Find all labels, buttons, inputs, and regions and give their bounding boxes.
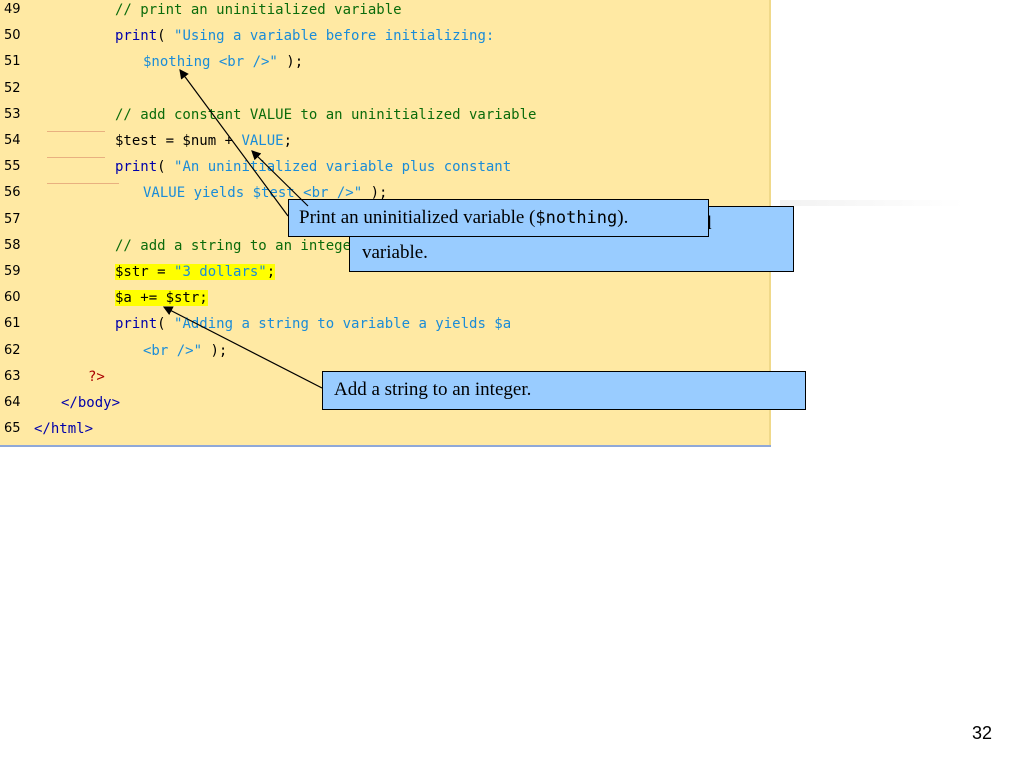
code-token: print xyxy=(115,159,158,176)
code-line: 49 // print an uninitialized variable xyxy=(0,1,771,27)
code-line: 61 print( "Adding a string to variable a … xyxy=(0,315,771,341)
code-text: $str = "3 dollars"; xyxy=(115,263,276,281)
code-token: </body> xyxy=(61,395,121,411)
callout-hidden-line2: variable. xyxy=(362,242,428,263)
code-text: $nothing <br />" ); xyxy=(143,53,303,71)
line-number: 56 xyxy=(4,185,21,201)
line-number: 55 xyxy=(4,159,21,175)
code-token: print xyxy=(115,28,158,45)
code-token: $test = $num + xyxy=(115,133,242,149)
code-line: 60 $a += $str; xyxy=(0,289,771,315)
line-number: 64 xyxy=(4,395,21,410)
callout-uninitialized-variable: Print an uninitialized variable ($nothin… xyxy=(288,199,709,237)
line-number: 53 xyxy=(4,106,21,122)
code-line: 65 </html> xyxy=(0,420,771,446)
code-text: ?> xyxy=(88,368,105,386)
code-token: print xyxy=(115,316,158,333)
line-number: 65 xyxy=(4,421,21,437)
callout-text-pre: Print an uninitialized variable ( xyxy=(299,207,536,228)
code-token: ); xyxy=(277,54,304,71)
code-token: ); xyxy=(202,342,228,359)
code-text: print( "Using a variable before initiali… xyxy=(115,27,494,45)
code-token: $nothing <br />" xyxy=(143,54,278,71)
code-text: </body> xyxy=(61,394,120,412)
code-token: "An uninitialized variable plus constant xyxy=(174,159,512,176)
line-number: 60 xyxy=(4,290,21,306)
code-text: $a += $str; xyxy=(115,289,208,307)
callout-add-string-text: Add a string to an integer. xyxy=(334,379,532,400)
code-token: $str = xyxy=(115,264,175,280)
callout-text-post: ). xyxy=(617,207,629,228)
code-token: // add a string to an integer xyxy=(115,237,360,254)
code-token: // print an uninitialized variable xyxy=(115,2,402,18)
code-token: ( xyxy=(157,316,175,333)
code-token: ( xyxy=(157,159,175,176)
code-text: <br />" ); xyxy=(143,342,227,360)
code-token: ; xyxy=(283,133,293,149)
code-token: VALUE xyxy=(241,133,284,149)
code-text: // print an uninitialized variable xyxy=(115,1,402,19)
code-token: <br />" xyxy=(143,342,203,359)
code-token: "Using a variable before initializing: xyxy=(174,28,495,45)
code-text: print( "An uninitialized variable plus c… xyxy=(115,158,511,176)
code-token: "Adding a string to variable a yields $a xyxy=(174,316,512,333)
code-line: 51 $nothing <br />" ); xyxy=(0,53,771,79)
code-text: // add a string to an integer xyxy=(115,237,359,255)
line-number: 61 xyxy=(4,316,21,332)
code-token: ?> xyxy=(88,368,105,385)
line-number: 51 xyxy=(4,54,21,70)
code-token: </html> xyxy=(34,421,94,438)
line-number: 63 xyxy=(4,368,21,384)
code-line: 53 // add constant VALUE to an uninitiali… xyxy=(0,106,771,132)
page-number: 32 xyxy=(971,723,992,743)
line-number: 59 xyxy=(4,264,21,279)
code-line: 50 print( "Using a variable before initia… xyxy=(0,27,771,53)
code-line: 52 xyxy=(0,80,771,106)
callout-shadow xyxy=(780,200,964,206)
code-token: ; xyxy=(266,264,276,280)
line-number: 50 xyxy=(4,28,21,44)
code-token: "3 dollars" xyxy=(174,264,267,280)
code-text: </html> xyxy=(34,420,93,438)
line-number: 49 xyxy=(4,2,21,17)
callout-add-string: Add a string to an integer. xyxy=(322,371,806,410)
line-number: 58 xyxy=(4,237,21,253)
code-text: $test = $num + VALUE; xyxy=(115,132,292,150)
code-line: 54 $test = $num + VALUE; xyxy=(0,132,771,158)
callout-text-code: $nothing xyxy=(535,208,618,228)
code-text: print( "Adding a string to variable a yi… xyxy=(115,315,511,333)
code-line: 62 <br />" ); xyxy=(0,342,771,368)
line-number: 52 xyxy=(4,80,21,96)
code-token: ( xyxy=(157,28,175,45)
code-token: // add constant VALUE to an uninitialize… xyxy=(115,106,537,123)
line-number: 62 xyxy=(4,342,21,358)
code-line: 55 print( "An uninitialized variable plus… xyxy=(0,158,771,184)
code-text: // add constant VALUE to an uninitialize… xyxy=(115,106,536,124)
line-number: 57 xyxy=(4,211,21,227)
code-token: $a += $str; xyxy=(115,290,208,307)
line-number: 54 xyxy=(4,133,21,148)
